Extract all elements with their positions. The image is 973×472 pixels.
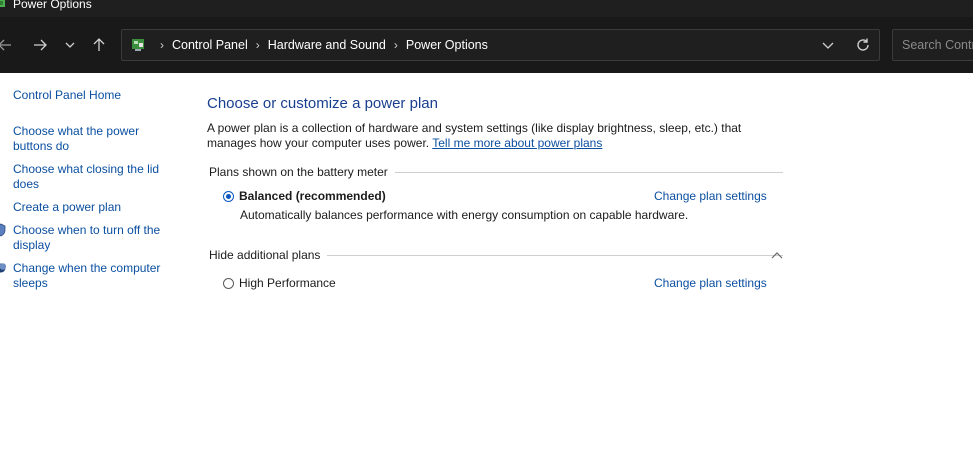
section-label[interactable]: Hide additional plans [209,248,327,262]
address-dropdown-chevron-icon[interactable] [821,39,835,51]
refresh-icon[interactable] [855,37,871,53]
change-plan-settings-link[interactable]: Change plan settings [654,276,767,290]
page-title: Choose or customize a power plan [207,95,438,112]
learn-more-link[interactable]: Tell me more about power plans [432,136,602,150]
breadcrumb: › Control Panel › Hardware and Sound › P… [152,30,488,60]
section-divider [327,254,783,256]
back-button[interactable] [0,35,16,55]
power-options-icon [0,0,5,7]
plan-radio-high-performance[interactable] [223,278,234,289]
plan-radio-balanced[interactable] [223,191,234,202]
back-arrow-icon [0,39,11,51]
moon-icon [0,263,6,273]
breadcrumb-separator: › [393,38,398,52]
breadcrumb-control-panel[interactable]: Control Panel [172,38,248,52]
recent-locations-button[interactable] [59,35,81,55]
chevron-up-icon[interactable] [771,251,783,259]
up-button[interactable] [88,35,110,55]
sidebar-item-power-buttons[interactable]: Choose what the power buttons do [13,124,173,154]
forward-arrow-icon [34,39,47,51]
address-bar[interactable]: › Control Panel › Hardware and Sound › P… [121,29,880,61]
breadcrumb-hardware-and-sound[interactable]: Hardware and Sound [268,38,386,52]
plan-name[interactable]: High Performance [239,276,336,290]
section-divider [394,171,783,173]
title-bar: Power Options [0,0,973,17]
forward-button[interactable] [29,35,51,55]
plan-name[interactable]: Balanced (recommended) [239,189,386,203]
page-description: A power plan is a collection of hardware… [207,121,787,151]
plan-description: Automatically balances performance with … [240,208,689,222]
search-input[interactable] [893,30,973,60]
section-label: Plans shown on the battery meter [209,165,388,179]
chevron-down-icon [65,42,75,48]
control-panel-icon [132,39,144,51]
sidebar-item-closing-lid[interactable]: Choose what closing the lid does [13,162,173,192]
up-arrow-icon [93,38,105,51]
change-plan-settings-link[interactable]: Change plan settings [654,189,767,203]
search-box[interactable] [892,29,973,61]
sidebar-item-display-off[interactable]: Choose when to turn off the display [13,223,173,253]
shield-icon [0,223,6,237]
breadcrumb-power-options[interactable]: Power Options [406,38,488,52]
window-title: Power Options [13,0,92,11]
additional-plans-section-header[interactable]: Hide additional plans [209,247,783,263]
battery-meter-section-header: Plans shown on the battery meter [209,164,783,180]
sidebar-item-control-panel-home[interactable]: Control Panel Home [13,88,173,103]
navigation-bar: › Control Panel › Hardware and Sound › P… [0,17,973,73]
sidebar-item-computer-sleeps[interactable]: Change when the computer sleeps [13,261,173,291]
breadcrumb-separator: › [255,38,260,52]
breadcrumb-separator: › [160,38,164,52]
sidebar-item-create-plan[interactable]: Create a power plan [13,200,173,215]
